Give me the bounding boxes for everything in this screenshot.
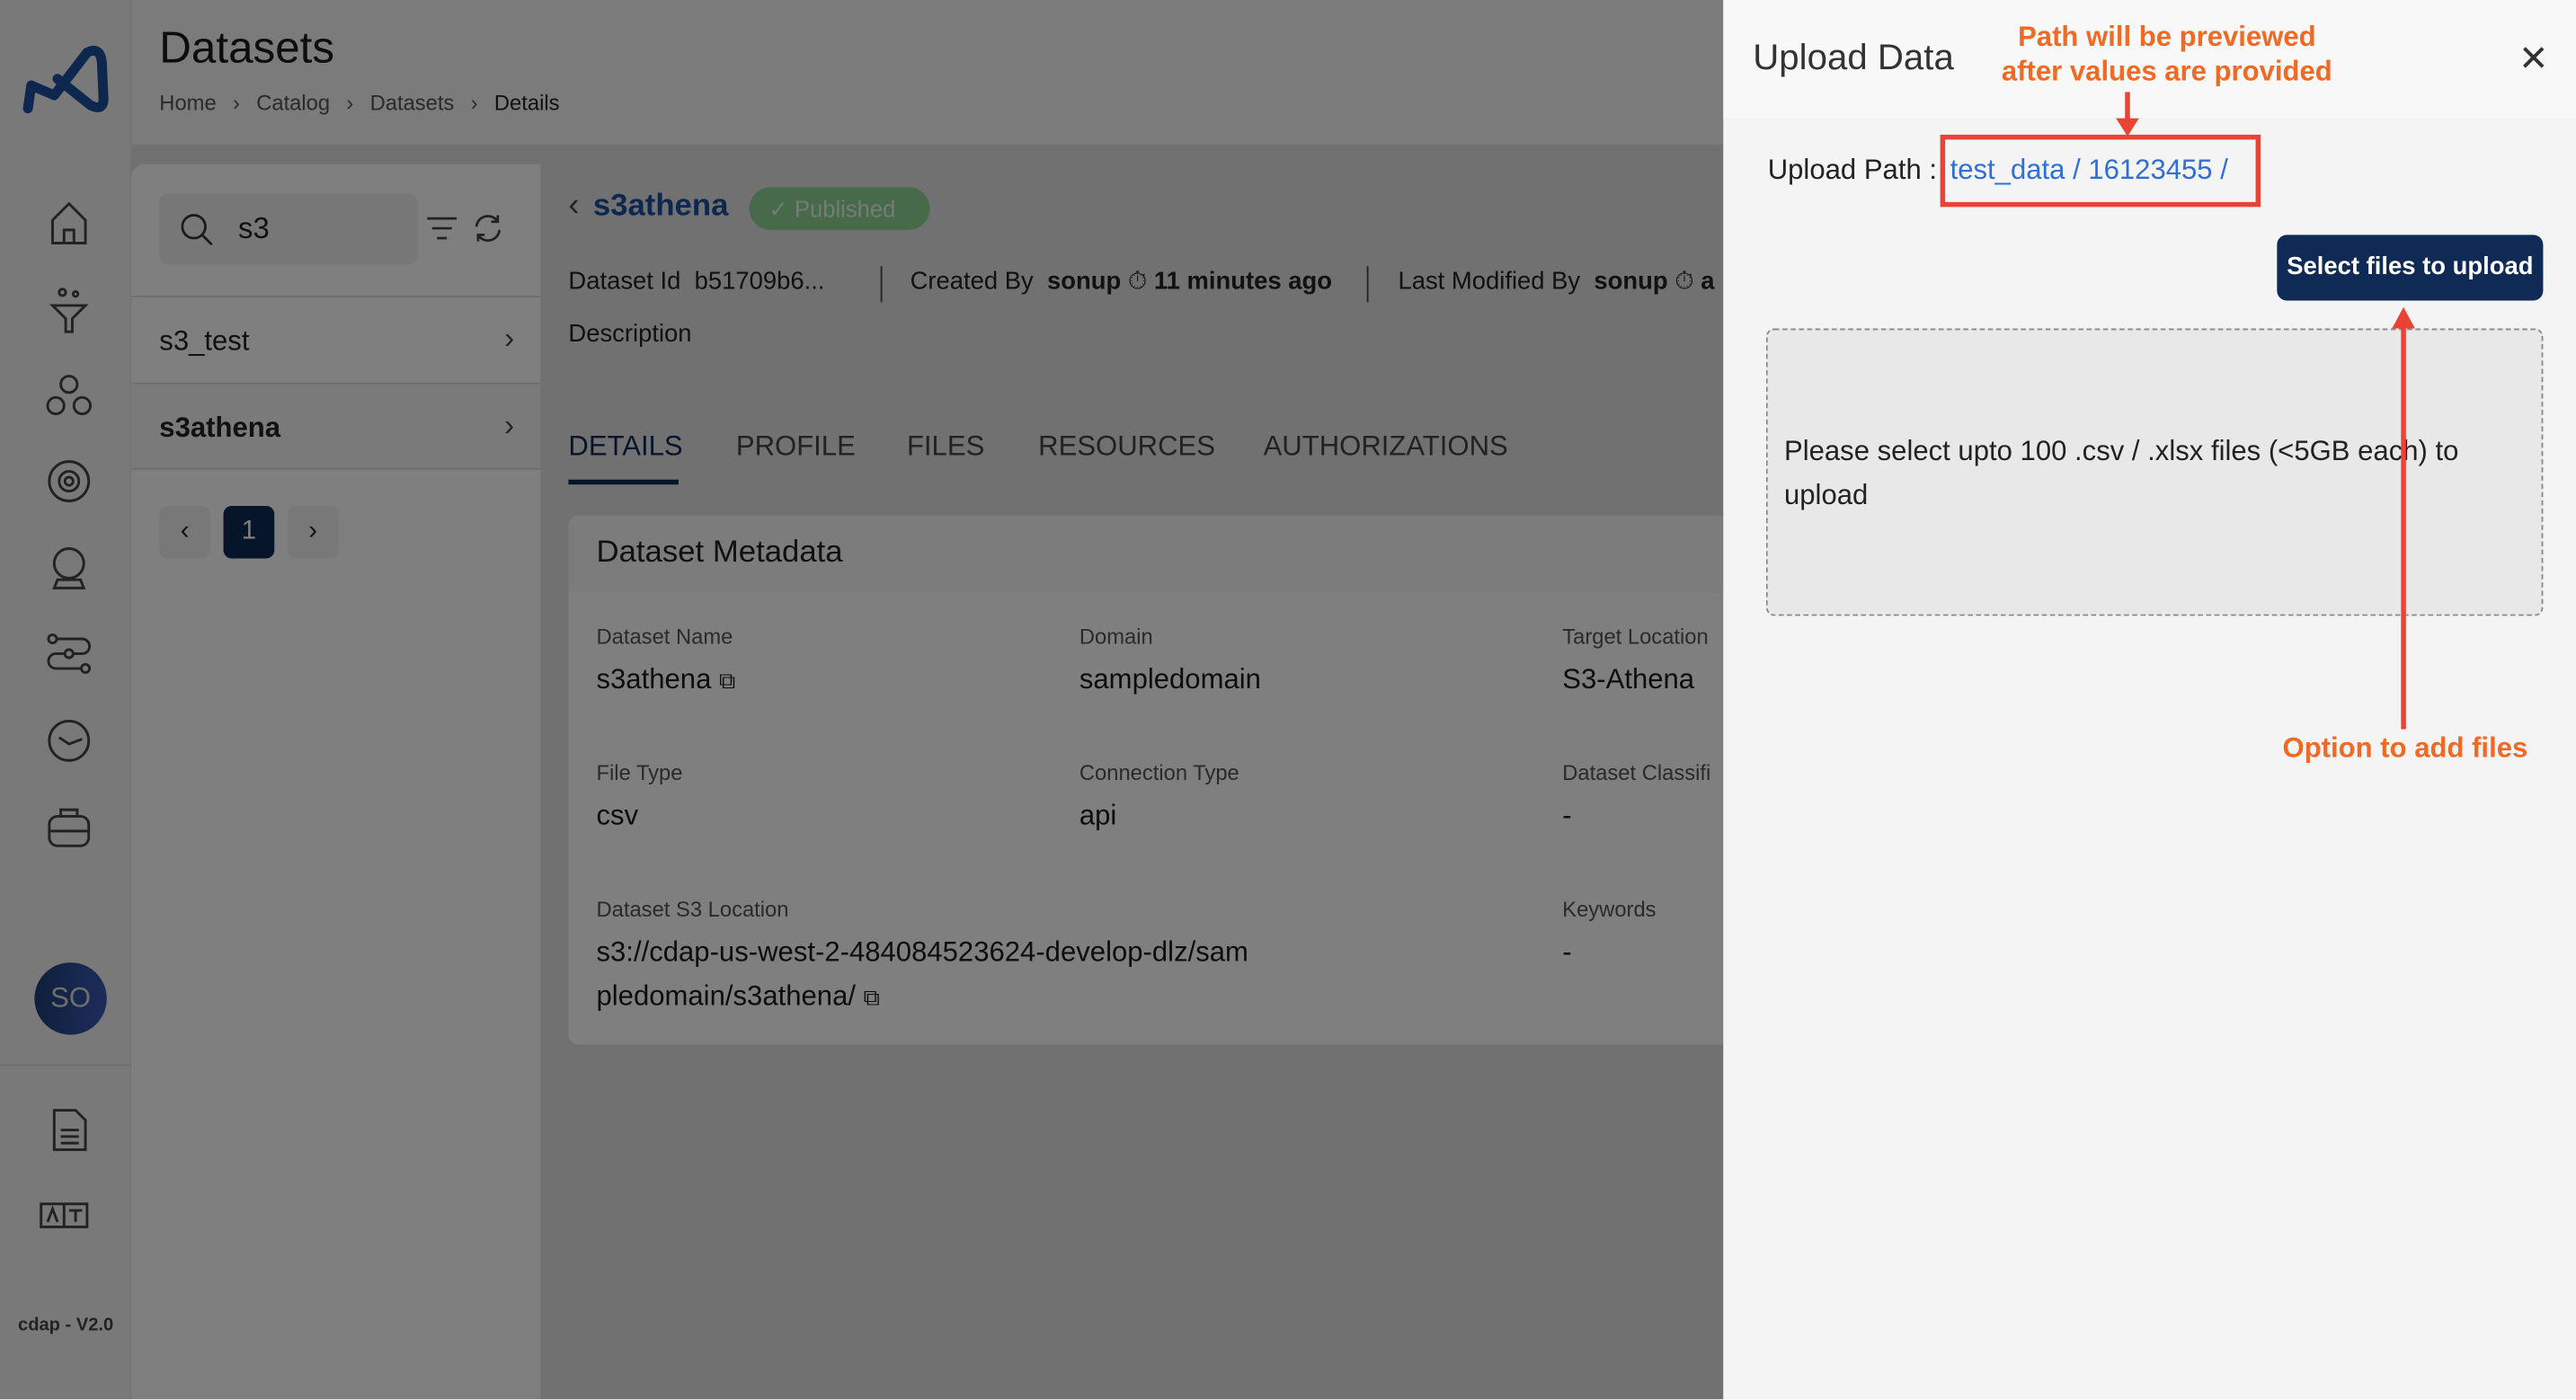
annotation-files-note: Option to add files: [2282, 732, 2528, 764]
upload-path-label: Upload Path :: [1767, 154, 1938, 186]
annotation-text: after values are provided: [2001, 56, 2332, 87]
annotation-arrow-up: [2392, 306, 2415, 730]
annotation-path-note: Path will be previewed after values are p…: [1970, 20, 2365, 89]
modal-backdrop[interactable]: [0, 0, 1724, 1400]
close-icon[interactable]: ✕: [2518, 40, 2549, 76]
annotation-arrow-down: [2116, 92, 2139, 137]
upload-data-drawer: Upload Data ✕ Upload Path : test_data / …: [1723, 0, 2576, 1400]
app-background: SO cdap - V2.0 Datasets Home› Catalog› D…: [0, 0, 2576, 1400]
annotation-highlight-box: [1940, 134, 2261, 208]
annotation-text: Path will be previewed: [2018, 21, 2316, 53]
select-files-button[interactable]: Select files to upload: [2277, 235, 2544, 301]
drawer-title: Upload Data: [1753, 36, 1954, 77]
file-drop-zone[interactable]: Please select upto 100 .csv / .xlsx file…: [1765, 328, 2544, 616]
